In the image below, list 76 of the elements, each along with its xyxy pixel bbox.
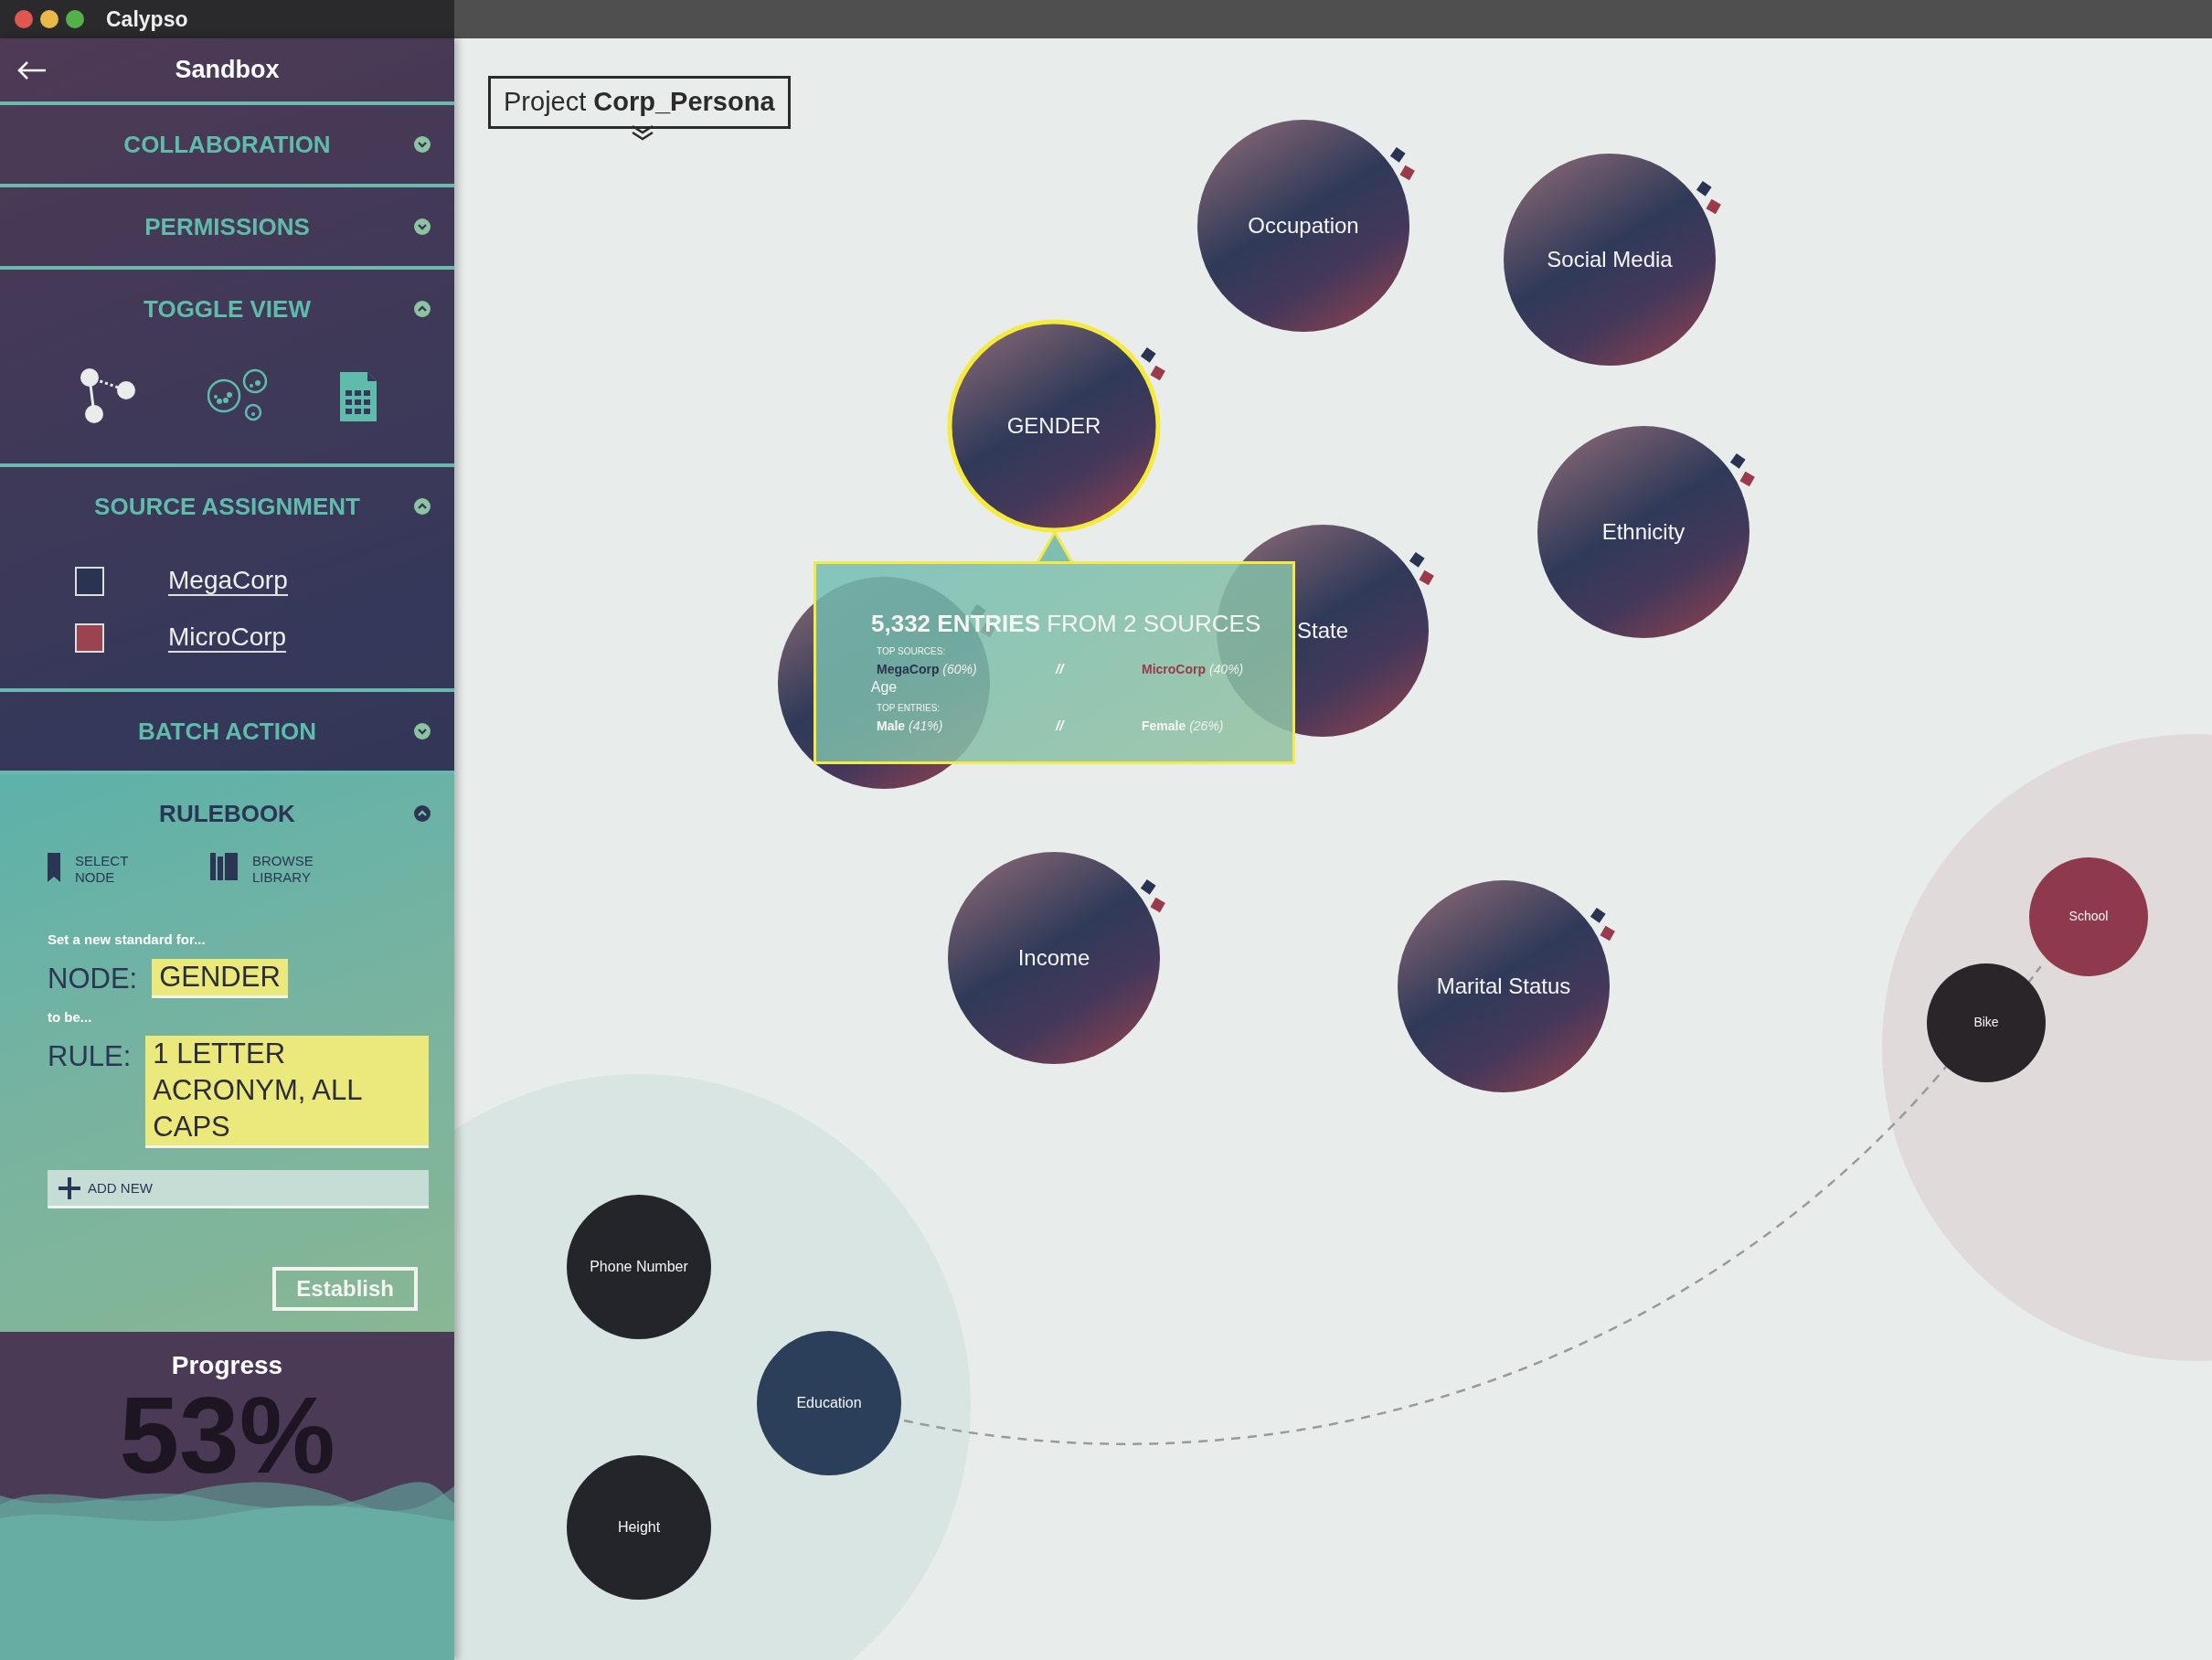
source-marker-icon xyxy=(1409,551,1434,586)
collapse-icon[interactable] xyxy=(414,805,431,822)
node-label: Phone Number xyxy=(590,1259,688,1275)
tooltip-entry: MicroCorp (40%) xyxy=(1142,662,1244,676)
section-header[interactable]: TOGGLE VIEW xyxy=(144,291,311,327)
expand-icon[interactable] xyxy=(414,218,431,235)
source-marker-icon xyxy=(1729,452,1755,487)
tooltip-entry: Female (26%) xyxy=(1142,718,1224,733)
window-title: Calypso xyxy=(106,5,188,33)
data-node[interactable] xyxy=(2029,857,2148,976)
node-label: State xyxy=(1297,618,1348,644)
tooltip-entry: MegaCorp (60%) xyxy=(877,662,977,676)
data-node[interactable] xyxy=(567,1195,711,1339)
node-label: Education xyxy=(796,1395,862,1411)
node-label: School xyxy=(2068,910,2109,924)
data-node[interactable] xyxy=(1197,120,1409,332)
node-value[interactable]: GENDER xyxy=(152,959,288,999)
chevron-down-icon[interactable] xyxy=(631,124,654,141)
library-icon[interactable] xyxy=(210,853,238,880)
tool-label[interactable]: BROWSE LIBRARY xyxy=(252,853,344,886)
add-new-button[interactable]: ADD NEW xyxy=(48,1170,429,1209)
back-icon[interactable] xyxy=(16,59,48,80)
bookmark-icon[interactable] xyxy=(48,853,60,882)
data-node[interactable] xyxy=(757,1331,901,1475)
node-label: NODE: xyxy=(48,961,138,996)
tooltip-entry: Male (41%) xyxy=(877,718,943,733)
source-marker-icon xyxy=(1389,146,1415,181)
expand-icon[interactable] xyxy=(414,136,431,153)
source-marker-icon xyxy=(1590,907,1615,942)
tooltip-heading: TOP SOURCES: xyxy=(877,645,947,658)
node-label: Occupation xyxy=(1248,213,1359,239)
tool-label[interactable]: SELECT NODE xyxy=(75,853,166,886)
separator-mark: // xyxy=(1056,661,1064,676)
source-name[interactable]: MicroCorp xyxy=(168,622,287,654)
project-title: Project Corp_Persona xyxy=(488,76,791,129)
data-node[interactable] xyxy=(1504,154,1716,366)
node-label: Income xyxy=(1017,945,1090,971)
section-header[interactable]: PERMISSIONS xyxy=(144,208,310,245)
source-marker-icon xyxy=(1696,180,1721,215)
separator-mark: // xyxy=(1056,718,1064,733)
node-label: Social Media xyxy=(1547,247,1673,272)
node-label: Height xyxy=(617,1519,661,1536)
close-button[interactable] xyxy=(15,10,33,28)
data-node[interactable] xyxy=(1927,963,2046,1082)
source-color-swatch[interactable] xyxy=(75,623,104,653)
rule-label: RULE: xyxy=(48,1038,132,1074)
node-label: Age xyxy=(870,679,898,696)
data-node[interactable] xyxy=(948,852,1160,1064)
section-header[interactable]: COLLABORATION xyxy=(123,126,331,163)
source-name[interactable]: MegaCorp xyxy=(168,566,288,597)
data-node[interactable] xyxy=(1398,880,1610,1092)
section-header[interactable]: RULEBOOK xyxy=(159,795,295,832)
expand-icon[interactable] xyxy=(414,723,431,740)
section-header[interactable]: SOURCE ASSIGNMENT xyxy=(94,488,360,525)
source-marker-icon xyxy=(1140,346,1165,381)
node-label: Bike xyxy=(1973,1016,1999,1030)
node-label: Ethnicity xyxy=(1601,519,1686,545)
plus-icon xyxy=(58,1176,80,1199)
node-label: GENDER xyxy=(1006,413,1101,439)
connector-text: to be... xyxy=(48,1008,93,1027)
tooltip-headline: 5,332 ENTRIES FROM 2 SOURCES xyxy=(871,609,1261,639)
source-color-swatch[interactable] xyxy=(75,567,104,596)
collapse-icon[interactable] xyxy=(414,301,431,317)
section-header[interactable]: BATCH ACTION xyxy=(138,713,316,750)
node-label: Marital Status xyxy=(1436,974,1571,999)
data-node[interactable] xyxy=(947,319,1161,533)
source-marker-icon xyxy=(1140,878,1165,913)
collapse-icon[interactable] xyxy=(414,498,431,515)
tooltip-heading: TOP ENTRIES: xyxy=(877,702,941,715)
data-node[interactable] xyxy=(1537,426,1749,638)
data-node[interactable] xyxy=(567,1455,711,1600)
sidebar-title: Sandbox xyxy=(175,55,280,86)
intro-text: Set a new standard for... xyxy=(48,931,207,949)
zoom-button[interactable] xyxy=(66,10,84,28)
minimize-button[interactable] xyxy=(40,10,58,28)
rule-value[interactable]: 1 LETTER ACRONYM, ALL CAPS xyxy=(145,1035,429,1149)
